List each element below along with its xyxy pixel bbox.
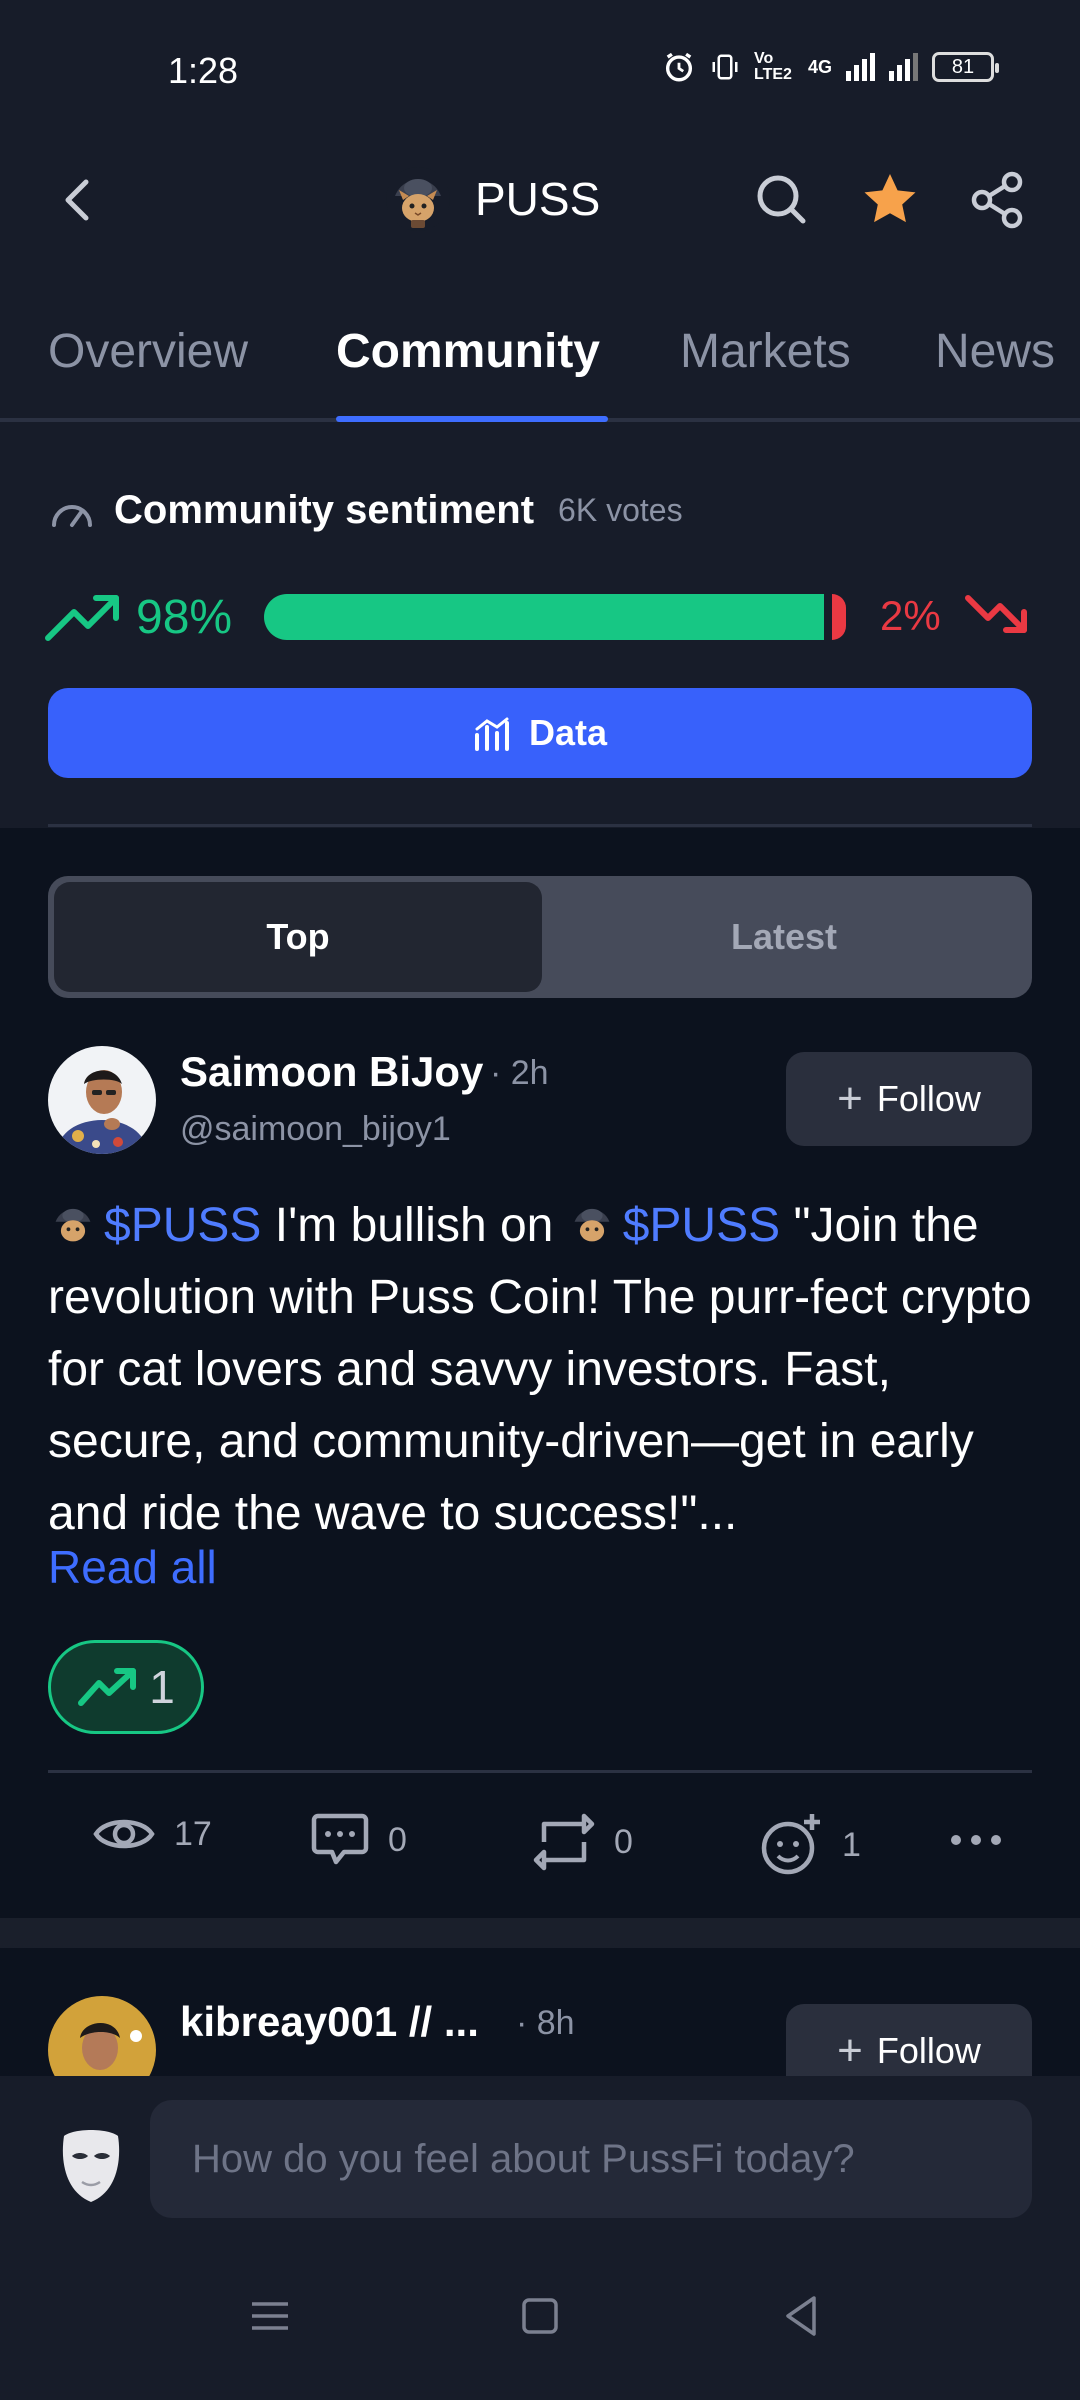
post-body: $PUSS I'm bullish on $PUSS "Join the rev…	[48, 1190, 1038, 1550]
signal-icon-2	[889, 53, 918, 81]
post-author-handle[interactable]: @saimoon_bijoy1	[180, 1110, 451, 1149]
puss-logo-icon	[574, 1208, 610, 1242]
repost-button[interactable]: 0	[532, 1812, 633, 1872]
composer-bar	[0, 2076, 1080, 2246]
cashtag[interactable]: $PUSS	[623, 1199, 780, 1252]
repost-icon	[533, 1813, 595, 1871]
active-tab-indicator	[336, 416, 608, 422]
reaction-button[interactable]: 1	[758, 1812, 861, 1878]
bullish-badge[interactable]: 1	[48, 1640, 204, 1734]
trend-up-icon	[78, 1668, 137, 1706]
comment-icon	[311, 1813, 369, 1865]
views-count: 17	[174, 1814, 212, 1853]
data-button[interactable]: Data	[48, 688, 1032, 778]
volte-label: Vo LTE2	[753, 50, 792, 83]
comment-button[interactable]: 0	[310, 1812, 407, 1868]
chart-icon	[474, 717, 509, 751]
read-all-link[interactable]: Read all	[48, 1540, 217, 1594]
tab-overview[interactable]: Overview	[48, 324, 248, 379]
app-header: PUSS	[0, 140, 1080, 260]
tab-news[interactable]: News	[935, 324, 1055, 379]
star-icon[interactable]	[858, 168, 922, 232]
post-author-name[interactable]: Saimoon BiJoy	[180, 1048, 483, 1096]
bullish-bar	[264, 594, 824, 640]
toggle-top[interactable]: Top	[54, 882, 542, 992]
post-2: kibreay001 // ... · 8h + Follow	[0, 1948, 1080, 2076]
alarm-icon	[665, 52, 693, 82]
post-actions: 17 0 0 1	[0, 1800, 1080, 1890]
vibrate-icon	[712, 54, 738, 80]
status-icons: Vo LTE2 4G 81	[662, 50, 999, 84]
cashtag[interactable]: $PUSS	[104, 1199, 261, 1252]
post-divider	[48, 1770, 1032, 1773]
signal-icon	[846, 53, 875, 81]
avatar[interactable]	[48, 1046, 156, 1154]
post-text: I'm bullish on	[261, 1199, 567, 1252]
trend-up-icon	[45, 595, 119, 641]
tab-bar: Overview Community Markets News	[0, 310, 1080, 422]
coin-name: PUSS	[475, 173, 601, 225]
trend-down-icon	[965, 595, 1027, 633]
sentiment-header: Community sentiment 6K votes	[48, 488, 683, 533]
post-time: · 2h	[490, 1054, 549, 1092]
section-divider	[48, 824, 1032, 827]
sentiment-votes: 6K votes	[558, 492, 683, 528]
anonymous-mask-icon[interactable]	[56, 2126, 126, 2206]
bullish-percent: 98%	[136, 591, 233, 644]
sentiment-title: Community sentiment	[114, 488, 535, 532]
back-chevron-icon[interactable]	[48, 170, 108, 230]
follow-label: Follow	[876, 1078, 981, 1119]
bearish-bar	[832, 594, 846, 640]
post-author-name[interactable]: kibreay001 // ...	[180, 1998, 479, 2046]
views-stat: 17	[92, 1812, 212, 1856]
eye-icon	[93, 1819, 155, 1849]
search-icon[interactable]	[750, 168, 814, 232]
menu-icon[interactable]	[240, 2286, 300, 2346]
bullish-count: 1	[149, 1661, 175, 1713]
tab-community[interactable]: Community	[336, 324, 600, 379]
toggle-latest[interactable]: Latest	[542, 882, 1026, 992]
puss-logo-icon	[55, 1208, 91, 1242]
avatar[interactable]	[48, 1996, 156, 2076]
network-type: 4G	[807, 56, 832, 77]
status-bar: 1:28 Vo LTE2 4G 81	[0, 0, 1080, 140]
post-separator	[0, 1918, 1080, 1948]
follow-button[interactable]: + Follow	[786, 1052, 1032, 1146]
system-nav-bar	[0, 2246, 1080, 2400]
reaction-count: 1	[842, 1825, 861, 1864]
post-composer-input[interactable]	[150, 2100, 1032, 2218]
coin-title: PUSS	[385, 166, 600, 232]
puss-logo-icon	[386, 167, 450, 231]
back-triangle-icon[interactable]	[772, 2286, 832, 2346]
sentiment-row: 98% 2%	[44, 584, 1036, 648]
bearish-percent: 2%	[880, 592, 941, 639]
plus-icon: +	[837, 1074, 863, 1123]
more-options-icon[interactable]	[948, 1832, 1004, 1848]
share-icon[interactable]	[966, 168, 1030, 232]
plus-icon: +	[837, 2026, 863, 2075]
follow-button[interactable]: + Follow	[786, 2004, 1032, 2076]
gauge-icon	[52, 504, 92, 527]
battery-icon: 81	[932, 52, 999, 82]
status-time: 1:28	[168, 50, 239, 91]
tab-markets[interactable]: Markets	[680, 324, 851, 379]
data-button-label: Data	[528, 712, 608, 753]
feed-toggle: Top Latest	[48, 876, 1032, 998]
comment-count: 0	[388, 1820, 407, 1859]
post-time: · 8h	[516, 2004, 575, 2042]
home-square-icon[interactable]	[510, 2286, 570, 2346]
add-reaction-icon	[761, 1814, 820, 1875]
follow-label: Follow	[876, 2030, 981, 2071]
repost-count: 0	[614, 1822, 633, 1861]
